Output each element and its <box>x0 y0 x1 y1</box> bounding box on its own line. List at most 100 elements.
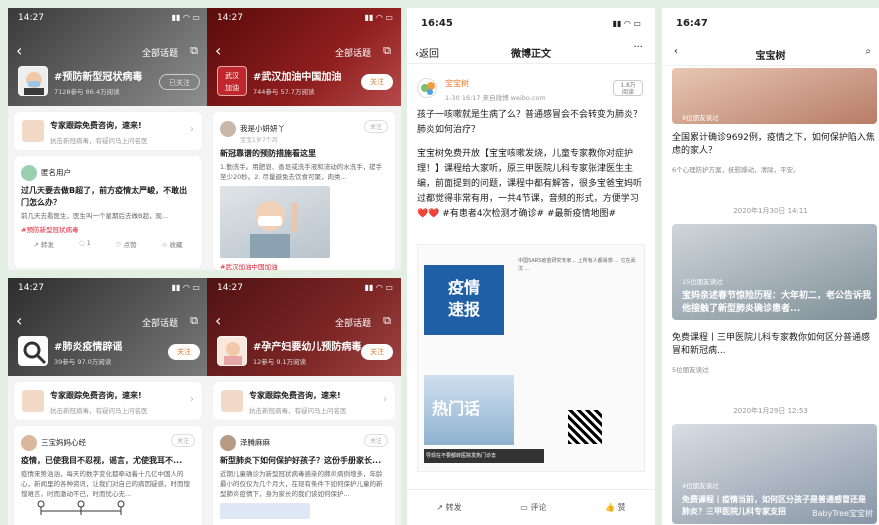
post-user[interactable]: 我是小妍妍丫 <box>240 124 285 133</box>
article-image[interactable]: 15位朋友读过 宝妈亲述春节惊险历程：大年初二，老公告诉我他接触了新型肺炎确诊患… <box>672 224 877 320</box>
page-title: 宝宝树 <box>755 51 786 62</box>
share-icon[interactable]: ⧉ <box>190 314 198 328</box>
mother-baby-icon <box>224 342 242 365</box>
topic-nav: ‹ 全部话题 ⧉ <box>215 41 393 60</box>
post-paragraph: 宝宝树免费开放【宝宝咳嗽发烧，儿童专家教你对症护理！】课程给大家听，原三甲医院儿… <box>417 149 643 219</box>
post-card[interactable]: 三宝妈妈心经 关注 疫情，已使我目不忍视，谣言，尤使我耳不... 疫情来势汹汹，… <box>14 426 202 525</box>
like-button[interactable]: 👍 赞 <box>605 502 626 513</box>
user-baby-age: 宝宝1岁7个月 <box>240 137 278 144</box>
babytree-logo-icon[interactable] <box>417 78 437 98</box>
topic-avatar <box>217 336 247 366</box>
status-bar: 14:27 ▮▮ ◠ ▭ <box>18 13 200 25</box>
news-text: 中国SARS疫苗研究专家... 上所有人都易感 ... 它在武汉 ... <box>518 258 636 272</box>
all-topics-link[interactable]: 全部话题 <box>335 46 371 59</box>
post-actions: ↗ 转发 ▭ 评论 👍 赞 <box>407 489 655 525</box>
post-tag[interactable]: #预防新型冠状病毒 <box>21 224 195 234</box>
all-topics-link[interactable]: 全部话题 <box>335 316 371 329</box>
follow-user-button[interactable]: 关注 <box>363 434 388 447</box>
hot-topic-banner: 热门话 <box>424 375 514 445</box>
post-image <box>220 186 330 258</box>
expert-promo[interactable]: 专家跟踪免费咨询，速来! 抗击新冠病毒，有疑问马上问名医 › <box>14 382 202 420</box>
article-title[interactable]: 免费课程丨三甲医院儿科专家教你如何区分普通感冒和新冠病... <box>672 332 875 358</box>
read-count: 5位朋友读过 <box>672 366 709 374</box>
page-title: 微博正文 <box>511 49 551 60</box>
status-bar: 14:27 ▮▮ ◠ ▭ <box>217 283 393 295</box>
status-time: 14:27 <box>18 13 44 23</box>
search-icon[interactable]: ⌕ <box>865 46 871 57</box>
back-icon[interactable]: ‹ <box>16 311 22 330</box>
doctor-avatar <box>22 390 44 412</box>
post-image-grid[interactable]: 疫情 速报 中国SARS疫苗研究专家... 上所有人都易感 ... 它在武汉 ..… <box>417 244 645 472</box>
comment-button[interactable]: ▭ 评论 <box>520 502 546 513</box>
share-icon[interactable]: ⧉ <box>190 44 198 58</box>
topic-header: 14:27 ▮▮ ◠ ▭ ‹ 全部话题 ⧉ #预防新型冠状病毒 7128参与 86… <box>8 8 208 106</box>
follow-user-button[interactable]: 关注 <box>363 120 388 133</box>
signal-icon: ▮▮ ◠ ▭ <box>171 13 200 22</box>
image-caption: 导现在不要都转医院发热门诊去 <box>424 449 544 463</box>
expert-promo[interactable]: 专家跟踪免费咨询，速来! 抗击新冠病毒，有疑问马上问名医 › <box>213 382 395 420</box>
follow-button[interactable]: 关注 <box>361 344 393 360</box>
back-icon[interactable]: ‹ <box>215 41 221 60</box>
collage-canvas: { "topic_cards": [ {"time": "14:27", "ti… <box>0 0 879 525</box>
article-sub: 6个心理防护方案，抚慰躁动，清除，平安。 <box>672 166 800 174</box>
topic-panel-wuhan: 14:27 ▮▮ ◠ ▭ ‹ 全部话题 ⧉ 武汉 加油 #武汉加油中国加油 744参… <box>207 8 401 270</box>
comment-button[interactable]: ◌ 1 <box>79 239 91 249</box>
topic-panel-pregnancy: 14:27 ▮▮ ◠ ▭ ‹ 全部话题 ⧉ #孕产妇要幼儿预防病毒 12参与 9.… <box>207 278 401 525</box>
post-card[interactable]: 我是小妍妍丫 宝宝1岁7个月 关注 新冠靠谱的预防措施看这里 1.勤洗手。用肥皂… <box>213 112 395 270</box>
follow-button[interactable]: 已关注 <box>159 74 200 90</box>
news-badge: 疫情 速报 <box>424 265 504 335</box>
topic-stats: 744参与 57.7万阅读 <box>253 88 315 96</box>
signal-icon: ▮▮ ◠ ▭ <box>364 13 393 22</box>
article-title[interactable]: 全国累计确诊9692例，疫情之下，如何保护陷入焦虑的家人？ <box>672 132 875 158</box>
status-bar: 14:27 ▮▮ ◠ ▭ <box>217 13 393 25</box>
promo-sub: 抗击新冠病毒，有疑问马上问名医 <box>249 407 347 415</box>
post-text: 近期儿童确诊为新型冠状病毒感染的肺炎病例增多，年龄最小的仅仅为几个月大，在现有条… <box>220 470 383 498</box>
topic-stats: 39参与 97.0万阅读 <box>54 358 112 366</box>
status-time: 14:27 <box>18 283 44 293</box>
post-title: 过几天要去做B超了，前方疫情太严峻，不敢出门怎么办？ <box>21 186 188 207</box>
topic-stats: 7128参与 86.4万阅读 <box>54 88 120 96</box>
qr-code <box>568 410 602 444</box>
follow-user-button[interactable]: 关注 <box>170 434 195 447</box>
all-topics-link[interactable]: 全部话题 <box>142 316 178 329</box>
post-card[interactable]: 匿名用户 过几天要去做B超了，前方疫情太严峻，不敢出门怎么办？ 前几天去看医生，… <box>14 156 202 268</box>
status-time: 16:45 <box>421 18 453 29</box>
post-text: 疫情来势汹汹，每天的数字变化都牵动着十几亿中国人的心，新闻里的各种资讯，让我们对… <box>21 470 190 498</box>
post-actions: ↗ 转发 ◌ 1 ♡ 点赞 ☆ 收藏 <box>21 239 195 249</box>
post-text: 1.勤洗手。用肥皂、香皂或洗手液和流动的水洗手，搓手至少20秒。2. 尽量避免去… <box>220 163 383 181</box>
topic-panel-prevention: 14:27 ▮▮ ◠ ▭ ‹ 全部话题 ⧉ #预防新型冠状病毒 7128参与 86… <box>8 8 208 270</box>
follow-button[interactable]: 关注 <box>168 344 200 360</box>
topic-nav: ‹ 全部话题 ⧉ <box>215 311 393 330</box>
post-user[interactable]: 三宝妈妈心经 <box>41 438 86 447</box>
weibo-nav: ‹返回 微博正文 ··· <box>407 42 655 64</box>
back-icon[interactable]: ‹ <box>16 41 22 60</box>
repost-button[interactable]: ↗ 转发 <box>33 239 54 249</box>
back-icon[interactable]: ‹ <box>215 311 221 330</box>
topic-nav: ‹ 全部话题 ⧉ <box>16 41 200 60</box>
child-mask-icon <box>24 72 44 95</box>
status-time: 16:47 <box>676 18 708 29</box>
post-user[interactable]: 匿名用户 <box>41 168 71 177</box>
topic-nav: ‹ 全部话题 ⧉ <box>16 311 200 330</box>
repost-button[interactable]: ↗ 转发 <box>436 502 461 513</box>
more-icon[interactable]: ··· <box>633 42 643 53</box>
post-tag[interactable]: #武汉加油中国加油 <box>220 261 388 270</box>
collect-button[interactable]: ☆ 收藏 <box>162 239 183 249</box>
user-avatar <box>21 434 37 451</box>
post-paragraph: 孩子一咳嗽就是生病了么？普通感冒会不会转变为肺炎？肺炎如何治疗？ <box>417 110 643 135</box>
post-card[interactable]: 泽腾麻麻 关注 新型肺炎下如何保护好孩子？这份手册家长... 近期儿童确诊为新型… <box>213 426 395 525</box>
article-image[interactable]: 9位朋友读过 <box>672 68 877 124</box>
like-button[interactable]: ♡ 点赞 <box>116 239 137 249</box>
follow-button[interactable]: 关注 <box>361 74 393 90</box>
share-icon[interactable]: ⧉ <box>383 314 391 328</box>
author-name[interactable]: 宝宝树 <box>445 78 469 89</box>
expert-promo[interactable]: 专家跟踪免费咨询，速来! 抗击新冠病毒，有疑问马上问名医 › <box>14 112 202 150</box>
post-user[interactable]: 泽腾麻麻 <box>240 438 270 447</box>
masked-woman-icon <box>250 201 298 258</box>
user-avatar <box>220 120 236 137</box>
magnifier-icon <box>23 341 47 365</box>
share-icon[interactable]: ⧉ <box>383 44 391 58</box>
signal-icon: ▮▮ ◠ ▭ <box>171 283 200 292</box>
promo-sub: 抗击新冠病毒，有疑问马上问名医 <box>50 407 148 415</box>
all-topics-link[interactable]: 全部话题 <box>142 46 178 59</box>
